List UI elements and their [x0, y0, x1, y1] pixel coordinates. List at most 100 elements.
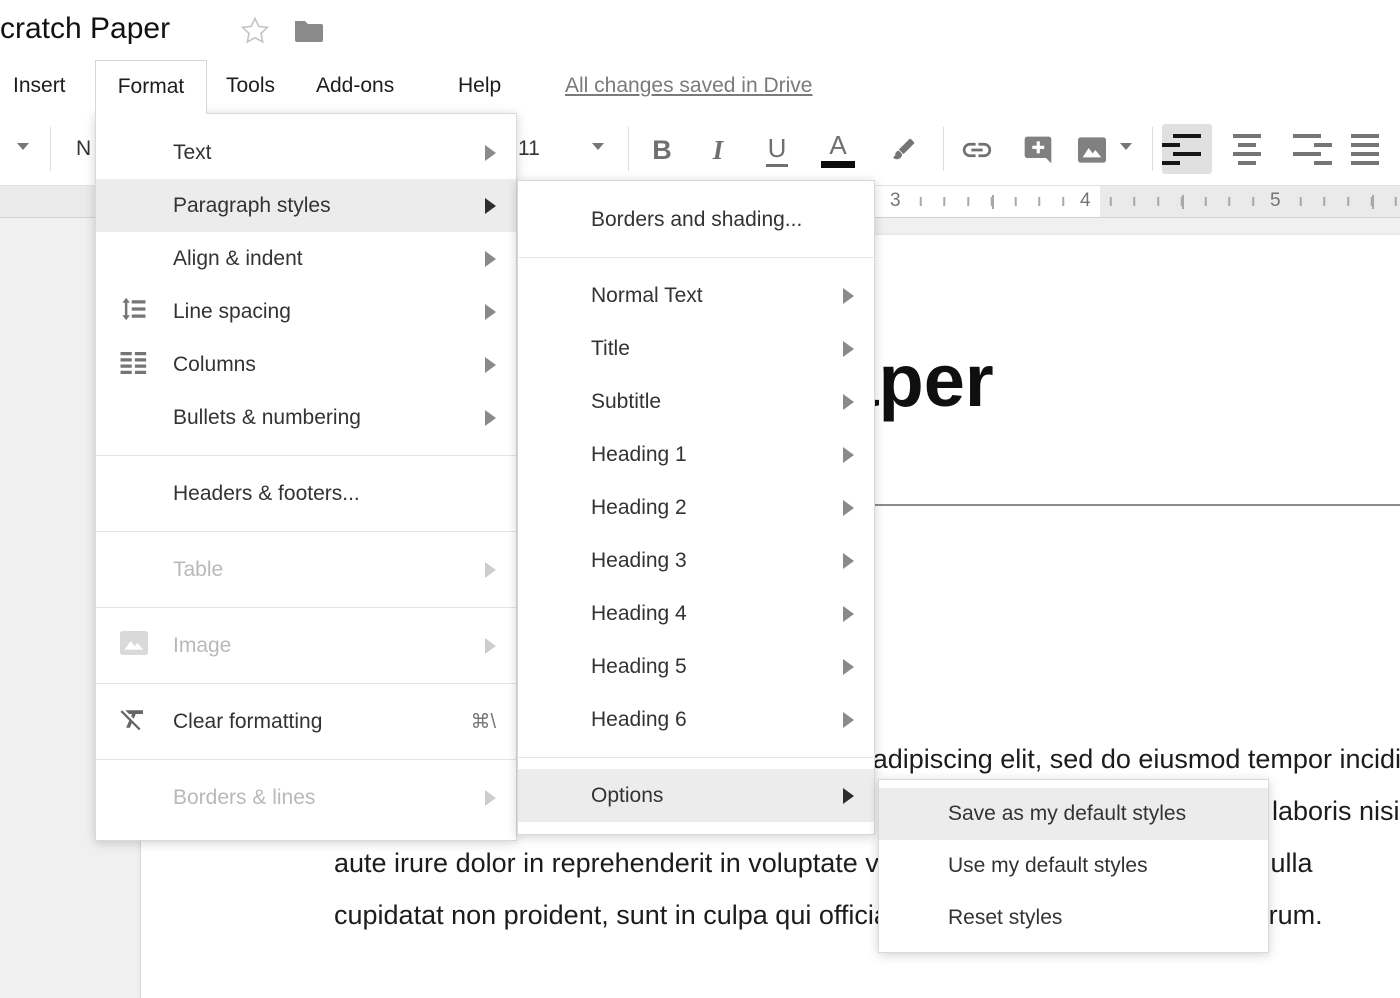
document-title[interactable]: cratch Paper: [0, 12, 170, 46]
ruler-mark: 5: [1265, 190, 1286, 212]
menu-item-save-default-styles[interactable]: Save as my default styles: [879, 788, 1268, 840]
text-color-button[interactable]: A: [816, 127, 860, 173]
italic-button[interactable]: I: [696, 127, 740, 173]
menu-item-heading-1[interactable]: Heading 1: [518, 428, 874, 481]
star-icon[interactable]: [240, 16, 270, 50]
menu-item-heading-4[interactable]: Heading 4: [518, 587, 874, 640]
menu-item-subtitle[interactable]: Subtitle: [518, 375, 874, 428]
submenu-arrow-icon: [843, 659, 854, 675]
submenu-arrow-icon: [843, 288, 854, 304]
submenu-arrow-icon: [485, 198, 496, 214]
insert-image-caret[interactable]: [1120, 143, 1132, 150]
submenu-arrow-icon: [485, 562, 496, 578]
submenu-arrow-icon: [485, 638, 496, 654]
format-menu: Text Paragraph styles Align & indent Lin…: [95, 113, 517, 841]
font-size-caret[interactable]: [592, 143, 604, 150]
menu-separator: [96, 607, 516, 608]
align-right-button[interactable]: [1282, 124, 1332, 174]
menubar: Insert Format Tools Add-ons Help All cha…: [0, 60, 1400, 112]
menu-separator: [96, 683, 516, 684]
menu-item-heading-5[interactable]: Heading 5: [518, 640, 874, 693]
menu-item-table: Table: [96, 543, 516, 596]
ruler-mark: 4: [1075, 190, 1096, 212]
toolbar-dropdown-caret[interactable]: [17, 143, 29, 150]
text-color-icon: A: [829, 132, 846, 158]
image-disabled-icon: [118, 629, 150, 663]
menu-format[interactable]: Format: [95, 60, 207, 114]
menu-item-columns[interactable]: Columns: [96, 338, 516, 391]
bold-button[interactable]: B: [640, 127, 684, 173]
paragraph-styles-submenu: Borders and shading... Normal Text Title…: [517, 180, 875, 835]
underline-button[interactable]: U: [755, 127, 799, 173]
menu-separator: [518, 257, 874, 258]
align-left-icon: [1173, 134, 1201, 138]
submenu-arrow-icon: [485, 145, 496, 161]
columns-icon: [118, 347, 148, 383]
menu-item-heading-6[interactable]: Heading 6: [518, 693, 874, 746]
menu-add-ons[interactable]: Add-ons: [316, 60, 394, 112]
menu-item-image: Image: [96, 619, 516, 672]
justify-icon: [1351, 134, 1379, 138]
menu-item-paragraph-styles[interactable]: Paragraph styles: [96, 179, 516, 232]
menu-item-title[interactable]: Title: [518, 322, 874, 375]
bold-icon: B: [652, 135, 672, 166]
submenu-arrow-icon: [485, 410, 496, 426]
submenu-arrow-icon: [843, 606, 854, 622]
options-submenu: Save as my default styles Use my default…: [878, 779, 1269, 953]
font-size-value[interactable]: 11: [518, 112, 540, 186]
ruler-mark: 3: [885, 190, 906, 212]
highlight-color-button[interactable]: [881, 127, 925, 173]
menu-item-options[interactable]: Options: [518, 769, 874, 822]
menu-help[interactable]: Help: [458, 60, 501, 112]
italic-icon: I: [713, 135, 724, 166]
submenu-arrow-icon: [843, 341, 854, 357]
add-comment-icon: [1022, 134, 1054, 166]
toolbar-separator: [943, 127, 944, 171]
align-left-button[interactable]: [1162, 124, 1212, 174]
submenu-arrow-icon: [843, 788, 854, 804]
image-icon: [1076, 135, 1108, 165]
menu-item-use-default-styles[interactable]: Use my default styles: [879, 840, 1268, 892]
menu-item-align-indent[interactable]: Align & indent: [96, 232, 516, 285]
submenu-arrow-icon: [485, 304, 496, 320]
folder-icon[interactable]: [293, 18, 325, 49]
link-icon: [960, 133, 994, 167]
menu-separator: [96, 455, 516, 456]
save-status-link[interactable]: All changes saved in Drive: [565, 60, 812, 112]
align-center-icon: [1233, 134, 1261, 138]
clear-formatting-icon: [118, 704, 148, 740]
titlebar: cratch Paper: [0, 0, 1400, 60]
add-comment-button[interactable]: [1016, 127, 1060, 173]
menu-item-heading-2[interactable]: Heading 2: [518, 481, 874, 534]
menu-separator: [96, 531, 516, 532]
menu-item-line-spacing[interactable]: Line spacing: [96, 285, 516, 338]
underline-icon: U: [766, 133, 789, 167]
submenu-arrow-icon: [843, 394, 854, 410]
text-color-indicator: [821, 161, 855, 168]
highlighter-icon: [888, 135, 918, 165]
justify-button[interactable]: [1340, 124, 1390, 174]
submenu-arrow-icon: [485, 251, 496, 267]
menu-item-heading-3[interactable]: Heading 3: [518, 534, 874, 587]
menu-item-borders-shading[interactable]: Borders and shading...: [518, 193, 874, 246]
menu-item-reset-styles[interactable]: Reset styles: [879, 892, 1268, 944]
menu-separator: [96, 759, 516, 760]
insert-link-button[interactable]: [955, 127, 999, 173]
menu-item-clear-formatting[interactable]: Clear formatting ⌘\: [96, 695, 516, 748]
keyboard-shortcut: ⌘\: [470, 709, 496, 734]
toolbar-separator: [50, 127, 51, 171]
menu-item-bullets-numbering[interactable]: Bullets & numbering: [96, 391, 516, 444]
insert-image-button[interactable]: [1070, 127, 1114, 173]
menu-item-text[interactable]: Text: [96, 126, 516, 179]
menu-item-borders-lines: Borders & lines: [96, 771, 516, 824]
menu-tools[interactable]: Tools: [226, 60, 275, 112]
align-right-icon: [1293, 134, 1321, 138]
menu-item-normal-text[interactable]: Normal Text: [518, 269, 874, 322]
menu-insert[interactable]: Insert: [13, 60, 66, 112]
align-center-button[interactable]: [1222, 124, 1272, 174]
submenu-arrow-icon: [485, 790, 496, 806]
menu-item-headers-footers[interactable]: Headers & footers...: [96, 467, 516, 520]
submenu-arrow-icon: [485, 357, 496, 373]
paragraph-style-dropdown[interactable]: N: [76, 112, 91, 186]
line-spacing-icon: [118, 294, 148, 330]
